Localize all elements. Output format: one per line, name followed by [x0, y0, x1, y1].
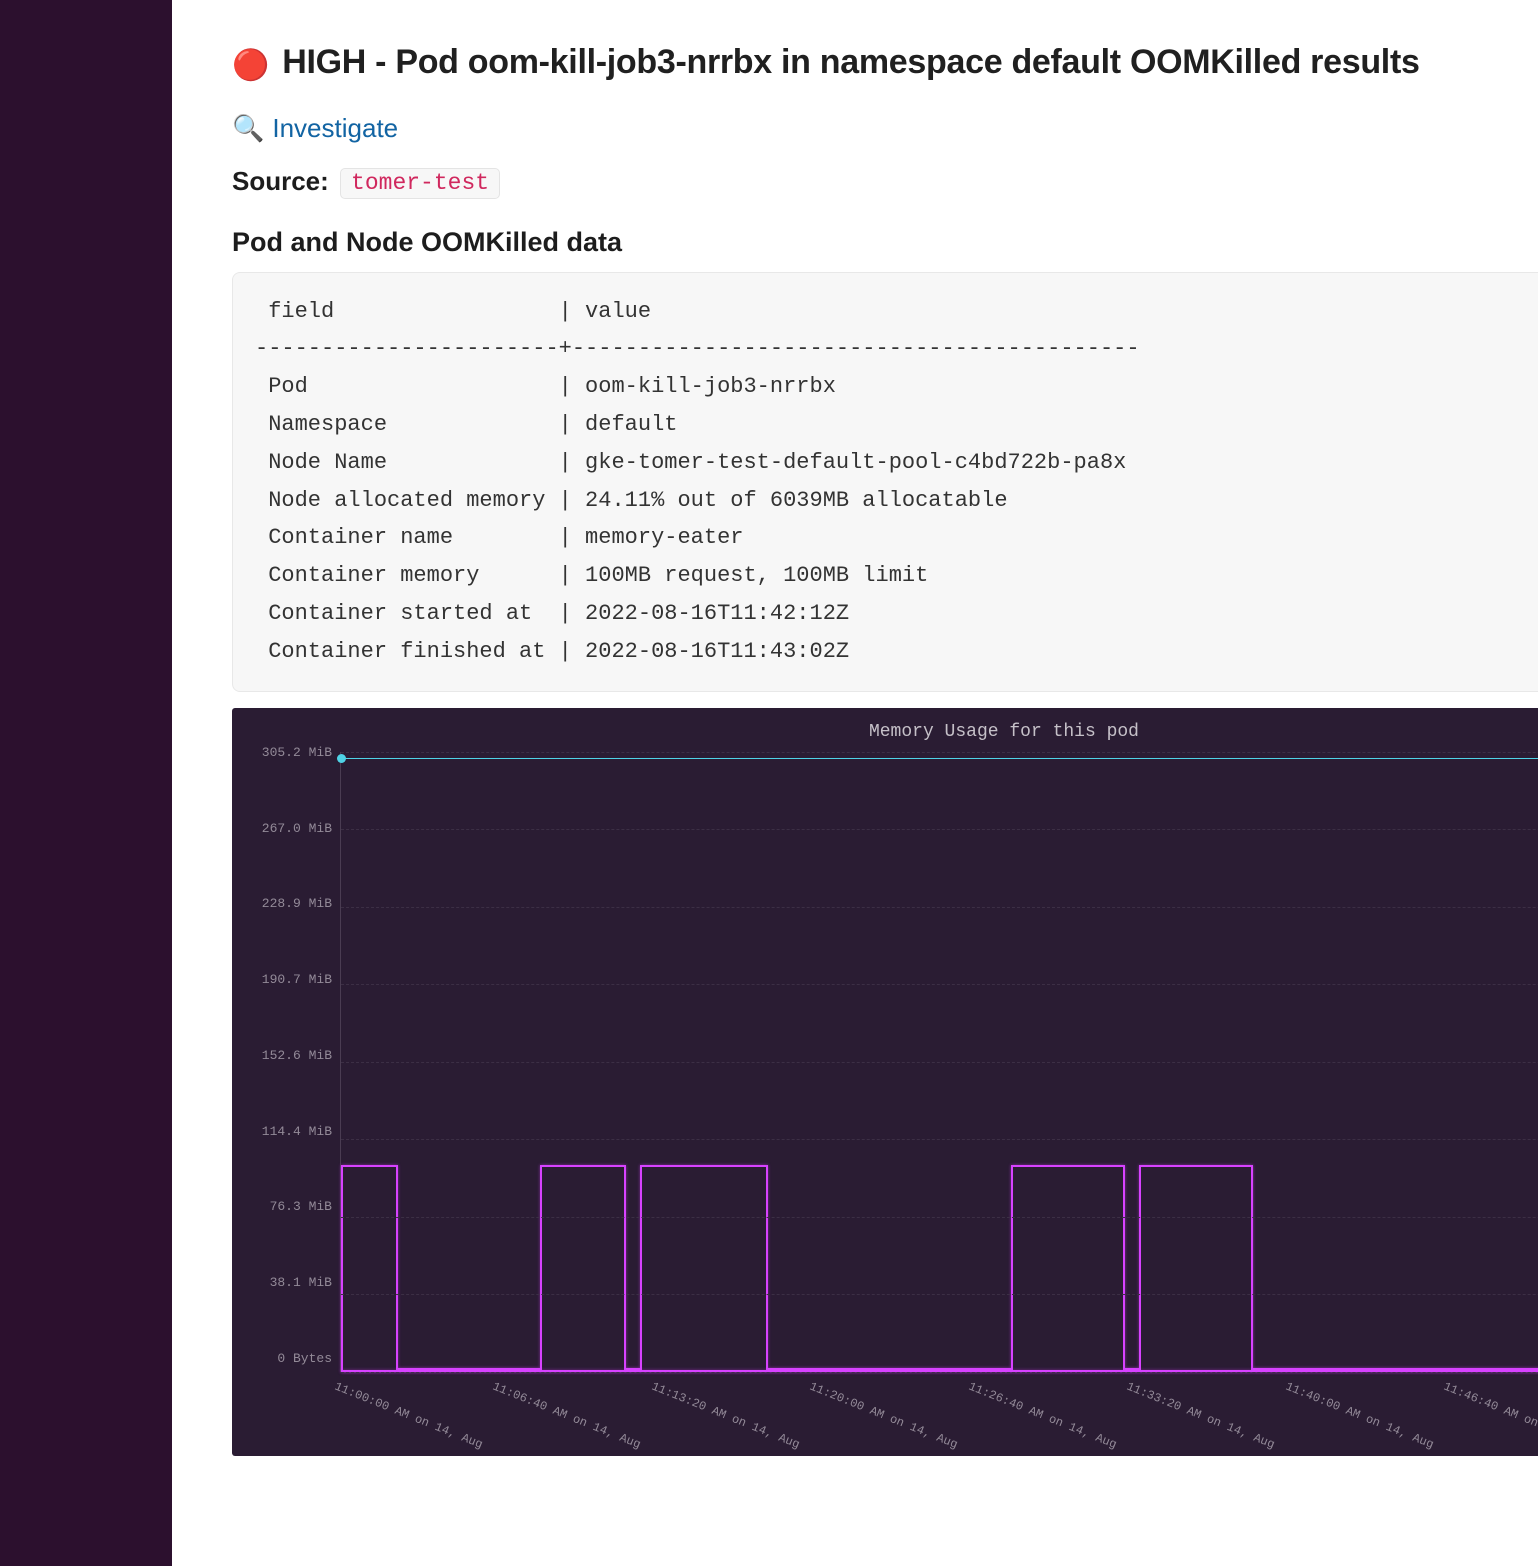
memory-segment: [1139, 1165, 1253, 1372]
x-tick: 11:13:20 AM on 14, Aug: [630, 1374, 804, 1500]
x-tick: 11:40:00 AM on 14, Aug: [1264, 1374, 1438, 1500]
y-tick: 0 Bytes: [242, 1351, 340, 1366]
source-row: Source: tomer-test: [232, 166, 1538, 199]
oom-data-table: field | value -----------------------+--…: [232, 272, 1538, 692]
chart-title: Memory Usage for this pod: [242, 722, 1538, 742]
memory-segment: [640, 1165, 768, 1372]
y-tick: 38.1 MiB: [242, 1275, 340, 1290]
memory-chart: Memory Usage for this pod 305.2 MiB 267.0…: [232, 708, 1538, 1456]
alert-title-text: HIGH - Pod oom-kill-job3-nrrbx in namesp…: [282, 43, 1419, 81]
magnifier-icon: 🔍: [232, 113, 264, 144]
sidebar: [0, 0, 172, 1566]
chart-x-axis: 11:00:00 AM on 14, Aug11:06:40 AM on 14,…: [242, 1374, 1538, 1446]
y-tick: 305.2 MiB: [242, 745, 340, 760]
memory-segment: [1011, 1165, 1125, 1372]
x-tick: 11:33:20 AM on 14, Aug: [1105, 1374, 1279, 1500]
x-tick: 11:20:00 AM on 14, Aug: [788, 1374, 962, 1500]
source-value: tomer-test: [340, 168, 500, 199]
alert-title: 🔴 HIGH - Pod oom-kill-job3-nrrbx in name…: [232, 40, 1538, 87]
y-tick: 76.3 MiB: [242, 1199, 340, 1214]
memory-segment: [341, 1165, 398, 1372]
x-tick: 11:26:40 AM on 14, Aug: [947, 1374, 1121, 1500]
source-label: Source:: [232, 166, 329, 196]
y-tick: 114.4 MiB: [242, 1124, 340, 1139]
investigate-link[interactable]: Investigate: [272, 113, 398, 144]
y-tick: 190.7 MiB: [242, 972, 340, 987]
chart-plot-area: [340, 752, 1538, 1372]
x-tick: 11:06:40 AM on 14, Aug: [471, 1374, 645, 1500]
y-tick: 152.6 MiB: [242, 1048, 340, 1063]
red-circle-icon: 🔴: [232, 49, 269, 82]
message-content: 🔴 HIGH - Pod oom-kill-job3-nrrbx in name…: [172, 0, 1538, 1566]
y-tick: 228.9 MiB: [242, 896, 340, 911]
memory-segment: [540, 1165, 625, 1372]
x-tick: 11:00:00 AM on 14, Aug: [313, 1374, 487, 1500]
y-tick: 267.0 MiB: [242, 821, 340, 836]
x-tick: 11:46:40 AM on 14, Aug: [1422, 1374, 1538, 1500]
chart-y-axis: 305.2 MiB267.0 MiB228.9 MiB190.7 MiB152.…: [242, 752, 340, 1372]
section-heading: Pod and Node OOMKilled data: [232, 227, 1538, 258]
investigate-row: 🔍 Investigate: [232, 113, 1538, 144]
